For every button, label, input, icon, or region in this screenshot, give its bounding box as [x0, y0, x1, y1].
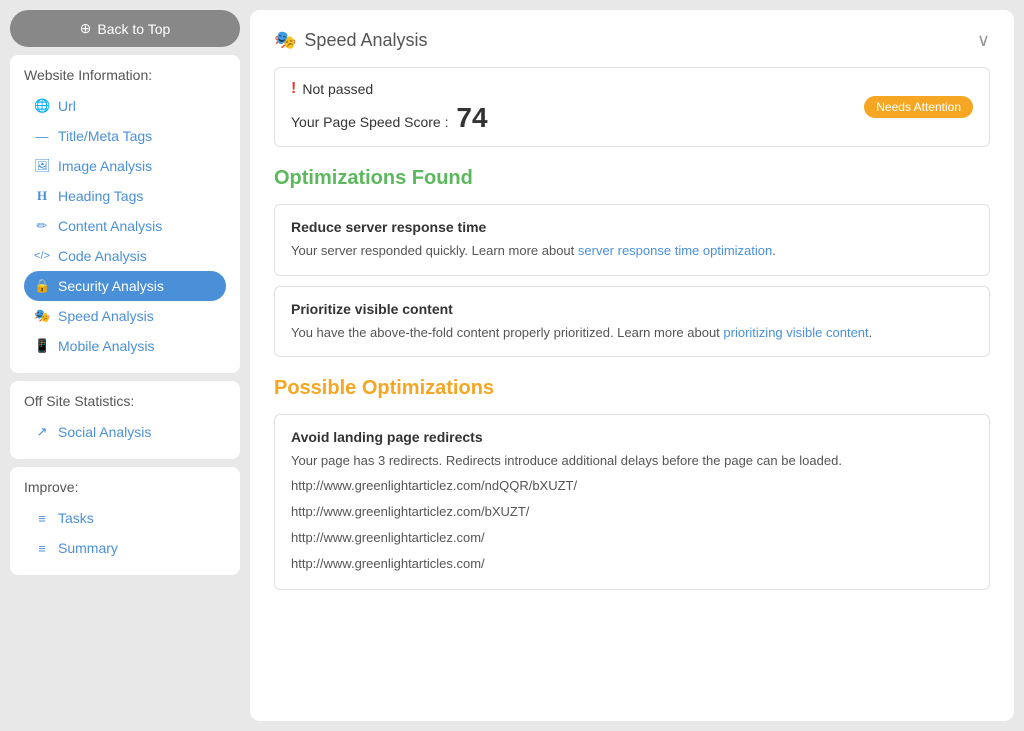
sidebar-item-security-label: Security Analysis	[58, 278, 164, 294]
sidebar-item-tasks-label: Tasks	[58, 510, 94, 526]
not-passed-row: ! Not passed	[291, 80, 488, 98]
back-to-top-button[interactable]: ⊕ Back to Top	[10, 10, 240, 47]
offsite-title: Off Site Statistics:	[24, 393, 226, 409]
share-icon: ↗	[34, 424, 50, 440]
sidebar-item-summary[interactable]: ≡ Summary	[24, 533, 226, 563]
sidebar-item-image-label: Image Analysis	[58, 158, 152, 174]
sidebar-item-content-analysis[interactable]: ✏ Content Analysis	[24, 211, 226, 241]
sidebar-item-social-label: Social Analysis	[58, 424, 151, 440]
score-value: 74	[456, 102, 487, 133]
lock-icon: 🔒	[34, 278, 50, 294]
sidebar-item-content-label: Content Analysis	[58, 218, 162, 234]
avoid-redirects-title: Avoid landing page redirects	[291, 429, 973, 445]
speed-icon: 🎭	[34, 308, 50, 324]
sidebar-item-summary-label: Summary	[58, 540, 118, 556]
back-to-top-label: Back to Top	[97, 21, 170, 37]
not-passed-label: Not passed	[302, 81, 373, 97]
redirect-url-2: http://www.greenlightarticlez.com/bXUZT/	[291, 501, 973, 523]
speed-analysis-header: 🎭 Speed Analysis ∨	[274, 30, 990, 51]
redirect-url-4: http://www.greenlightarticles.com/	[291, 553, 973, 575]
speed-section-icon: 🎭	[274, 30, 296, 51]
sidebar-item-heading-label: Heading Tags	[58, 188, 143, 204]
prioritizing-visible-link[interactable]: prioritizing visible content	[723, 325, 868, 340]
optimizations-found-title: Optimizations Found	[274, 167, 990, 190]
optimization-visible-content: Prioritize visible content You have the …	[274, 286, 990, 358]
redirect-url-3: http://www.greenlightarticlez.com/	[291, 527, 973, 549]
optimization-reduce-server: Reduce server response time Your server …	[274, 204, 990, 276]
improve-title: Improve:	[24, 479, 226, 495]
sidebar-item-url-label: Url	[58, 98, 76, 114]
speed-analysis-title: 🎭 Speed Analysis	[274, 30, 428, 51]
sidebar-item-mobile-analysis[interactable]: 📱 Mobile Analysis	[24, 331, 226, 361]
website-info-title: Website Information:	[24, 67, 226, 83]
code-icon: </>	[34, 250, 50, 262]
status-left: ! Not passed Your Page Speed Score : 74	[291, 80, 488, 134]
optimization-avoid-redirects: Avoid landing page redirects Your page h…	[274, 414, 990, 590]
mobile-icon: 📱	[34, 338, 50, 354]
optimization-reduce-title: Reduce server response time	[291, 219, 973, 235]
summary-icon: ≡	[34, 541, 50, 556]
status-card: ! Not passed Your Page Speed Score : 74 …	[274, 67, 990, 147]
avoid-redirects-desc: Your page has 3 redirects. Redirects int…	[291, 451, 973, 471]
website-info-card: Website Information: 🌐 Url — Title/Meta …	[10, 55, 240, 373]
dash-icon: —	[34, 129, 50, 144]
sidebar-item-code-analysis[interactable]: </> Code Analysis	[24, 241, 226, 271]
offsite-stats-card: Off Site Statistics: ↗ Social Analysis	[10, 381, 240, 459]
needs-attention-badge: Needs Attention	[864, 96, 973, 118]
optimization-visible-title: Prioritize visible content	[291, 301, 973, 317]
sidebar: ⊕ Back to Top Website Information: 🌐 Url…	[10, 10, 240, 721]
exclamation-icon: !	[291, 80, 296, 98]
possible-optimizations-title: Possible Optimizations	[274, 377, 990, 400]
main-content: 🎭 Speed Analysis ∨ ! Not passed Your Pag…	[250, 10, 1014, 721]
chevron-down-icon[interactable]: ∨	[977, 30, 990, 51]
sidebar-item-mobile-label: Mobile Analysis	[58, 338, 155, 354]
circle-up-icon: ⊕	[80, 20, 92, 37]
sidebar-item-tasks[interactable]: ≡ Tasks	[24, 503, 226, 533]
tasks-icon: ≡	[34, 511, 50, 526]
optimization-reduce-desc: Your server responded quickly. Learn mor…	[291, 241, 973, 261]
improve-card: Improve: ≡ Tasks ≡ Summary	[10, 467, 240, 575]
heading-icon: H	[34, 188, 50, 204]
score-label: Your Page Speed Score :	[291, 114, 449, 130]
sidebar-item-url[interactable]: 🌐 Url	[24, 91, 226, 121]
redirect-url-1: http://www.greenlightarticlez.com/ndQQR/…	[291, 475, 973, 497]
server-response-link[interactable]: server response time optimization	[578, 243, 772, 258]
optimization-visible-desc: You have the above-the-fold content prop…	[291, 323, 973, 343]
pencil-icon: ✏	[34, 218, 50, 234]
sidebar-item-security-analysis[interactable]: 🔒 Security Analysis	[24, 271, 226, 301]
image-icon: 🖼	[34, 158, 50, 174]
sidebar-item-code-label: Code Analysis	[58, 248, 147, 264]
speed-score-row: Your Page Speed Score : 74	[291, 102, 488, 134]
sidebar-item-image-analysis[interactable]: 🖼 Image Analysis	[24, 151, 226, 181]
sidebar-item-title-meta-label: Title/Meta Tags	[58, 128, 152, 144]
sidebar-item-speed-analysis[interactable]: 🎭 Speed Analysis	[24, 301, 226, 331]
sidebar-item-title-meta[interactable]: — Title/Meta Tags	[24, 121, 226, 151]
sidebar-item-social-analysis[interactable]: ↗ Social Analysis	[24, 417, 226, 447]
globe-icon: 🌐	[34, 98, 50, 114]
sidebar-item-heading-tags[interactable]: H Heading Tags	[24, 181, 226, 211]
sidebar-item-speed-label: Speed Analysis	[58, 308, 154, 324]
